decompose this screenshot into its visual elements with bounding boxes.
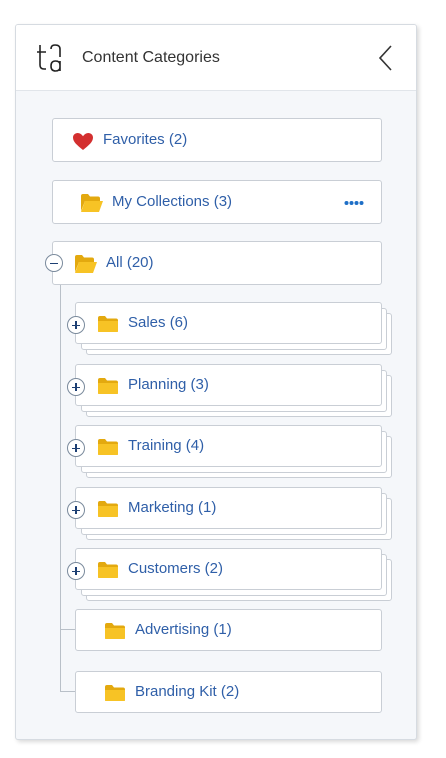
favorites-item[interactable]: Favorites (2) [52,118,382,162]
expand-toggle[interactable] [67,316,85,334]
folder-open-icon [81,194,103,212]
expand-toggle[interactable] [67,439,85,457]
folder-open-icon [75,255,97,273]
chevron-left-icon[interactable] [376,43,396,73]
folder-icon [105,685,125,701]
category-item-branding-kit[interactable]: Branding Kit (2) [75,671,382,713]
category-item-customers[interactable]: Customers (2) [75,548,382,590]
expand-toggle[interactable] [67,501,85,519]
more-horizontal-icon[interactable] [344,200,364,206]
folder-icon [98,316,118,332]
panel-header: Content Categories [16,25,416,91]
category-label: Advertising (1) [135,621,232,638]
tg-logo-icon [37,44,61,72]
collapse-toggle[interactable] [45,254,63,272]
heart-icon [73,133,93,150]
tree-connector-line [60,691,76,692]
category-label: Marketing (1) [128,499,217,516]
folder-icon [98,501,118,517]
all-label: All (20) [106,254,154,271]
folder-icon [105,623,125,639]
category-item-planning[interactable]: Planning (3) [75,364,382,406]
category-item-marketing[interactable]: Marketing (1) [75,487,382,529]
category-item-sales[interactable]: Sales (6) [75,302,382,344]
tree-connector-line [60,269,61,691]
folder-icon [98,562,118,578]
category-label: Planning (3) [128,376,209,393]
category-label: Training (4) [128,437,205,454]
folder-icon [98,439,118,455]
expand-toggle[interactable] [67,378,85,396]
tree-connector-line [60,629,76,630]
all-item[interactable]: All (20) [52,241,382,285]
my-collections-item[interactable]: My Collections (3) [52,180,382,224]
favorites-label: Favorites (2) [103,131,188,148]
category-label: Branding Kit (2) [135,683,240,700]
folder-icon [98,378,118,394]
category-item-training[interactable]: Training (4) [75,425,382,467]
page-title: Content Categories [82,49,220,66]
category-label: Sales (6) [128,314,189,331]
expand-toggle[interactable] [67,562,85,580]
category-item-advertising[interactable]: Advertising (1) [75,609,382,651]
category-label: Customers (2) [128,560,224,577]
my-collections-label: My Collections (3) [112,193,233,210]
content-categories-panel: Content Categories Favorites (2) My Coll… [15,24,417,740]
